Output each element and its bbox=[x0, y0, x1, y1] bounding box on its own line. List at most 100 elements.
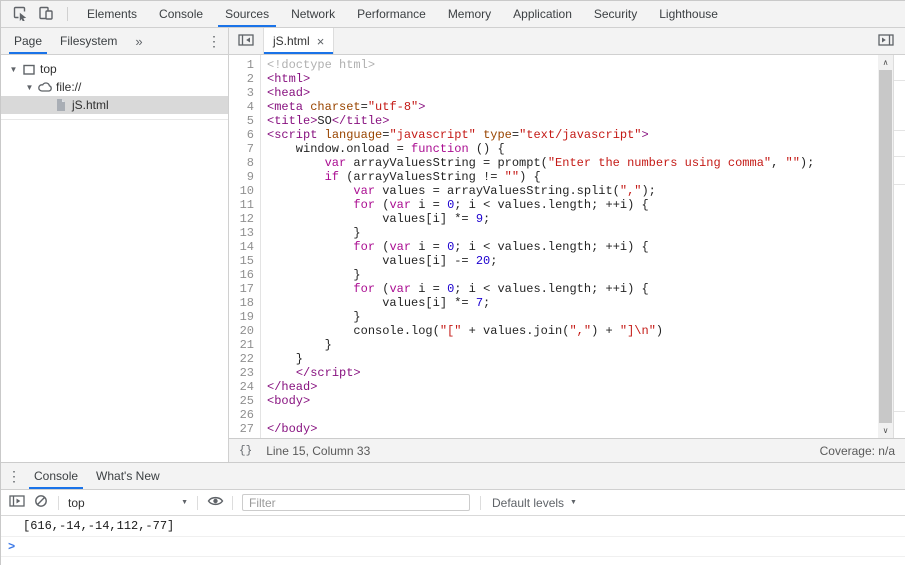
chevron-expanded-icon[interactable]: ▼ bbox=[7, 65, 20, 74]
code-line: <script language="javascript" type="text… bbox=[267, 128, 878, 142]
console-sidebar-toggle-button[interactable] bbox=[5, 494, 29, 511]
code-line: } bbox=[267, 268, 878, 282]
navigator-menu-icon[interactable]: ⋮ bbox=[202, 28, 226, 54]
line-number[interactable]: 12 bbox=[229, 212, 260, 226]
code-line: <title>SO</title> bbox=[267, 114, 878, 128]
line-number[interactable]: 19 bbox=[229, 310, 260, 324]
editor-status-bar: {} Line 15, Column 33 Coverage: n/a bbox=[229, 438, 905, 462]
sources-panel: PageFilesystem » ⋮ ▼top▼file:// jS.html j… bbox=[1, 28, 905, 462]
line-number[interactable]: 17 bbox=[229, 282, 260, 296]
file-tree: ▼top▼file:// jS.html bbox=[1, 55, 228, 462]
tab-performance[interactable]: Performance bbox=[346, 1, 437, 27]
log-levels-selector[interactable]: Default levels ▼ bbox=[492, 496, 577, 510]
line-number[interactable]: 25 bbox=[229, 394, 260, 408]
tab-lighthouse[interactable]: Lighthouse bbox=[648, 1, 729, 27]
line-number[interactable]: 27 bbox=[229, 422, 260, 436]
prompt-chevron-icon: > bbox=[8, 540, 15, 554]
devtools-window: ElementsConsoleSourcesNetworkPerformance… bbox=[0, 0, 905, 565]
console-filter-input[interactable] bbox=[242, 494, 470, 511]
line-number[interactable]: 22 bbox=[229, 352, 260, 366]
code-line: for (var i = 0; i < values.length; ++i) … bbox=[267, 198, 878, 212]
tree-item-js-html[interactable]: jS.html bbox=[1, 96, 228, 114]
debugger-pane-sliver bbox=[893, 55, 905, 438]
device-toolbar-button[interactable] bbox=[33, 1, 59, 27]
tab-security[interactable]: Security bbox=[583, 1, 648, 27]
code-line: for (var i = 0; i < values.length; ++i) … bbox=[267, 240, 878, 254]
code-line: } bbox=[267, 338, 878, 352]
line-number[interactable]: 6 bbox=[229, 128, 260, 142]
divider bbox=[67, 7, 68, 21]
inspect-element-button[interactable] bbox=[7, 1, 33, 27]
code-content[interactable]: <!doctype html><html><head><meta charset… bbox=[261, 55, 878, 438]
file-tab-jshtml[interactable]: jS.html × bbox=[263, 28, 334, 54]
navigator-tab-page[interactable]: Page bbox=[7, 28, 49, 54]
scroll-up-icon[interactable]: ∧ bbox=[878, 55, 893, 70]
drawer-menu-icon[interactable]: ⋮ bbox=[1, 463, 27, 489]
code-line: var arrayValuesString = prompt("Enter th… bbox=[267, 156, 878, 170]
line-number[interactable]: 21 bbox=[229, 338, 260, 352]
line-number[interactable]: 11 bbox=[229, 198, 260, 212]
file-icon bbox=[52, 99, 70, 111]
tree-item-file[interactable]: ▼file:// bbox=[1, 78, 228, 96]
line-number[interactable]: 1 bbox=[229, 58, 260, 72]
code-line bbox=[267, 408, 878, 422]
navigator-toggle-button[interactable] bbox=[233, 28, 259, 54]
close-icon[interactable]: × bbox=[317, 35, 325, 48]
line-number[interactable]: 7 bbox=[229, 142, 260, 156]
context-selector[interactable]: top ▼ bbox=[64, 496, 192, 510]
line-number[interactable]: 20 bbox=[229, 324, 260, 338]
tree-item-top[interactable]: ▼top bbox=[1, 60, 228, 78]
tabbar-spacer bbox=[334, 28, 873, 54]
line-number[interactable]: 2 bbox=[229, 72, 260, 86]
line-number[interactable]: 15 bbox=[229, 254, 260, 268]
line-number[interactable]: 16 bbox=[229, 268, 260, 282]
tab-memory[interactable]: Memory bbox=[437, 1, 502, 27]
line-number[interactable]: 10 bbox=[229, 184, 260, 198]
eye-icon bbox=[207, 495, 224, 510]
line-number[interactable]: 9 bbox=[229, 170, 260, 184]
tab-network[interactable]: Network bbox=[280, 1, 346, 27]
divider bbox=[480, 496, 481, 510]
file-tab-label: jS.html bbox=[273, 34, 310, 48]
tab-elements[interactable]: Elements bbox=[76, 1, 148, 27]
line-number[interactable]: 26 bbox=[229, 408, 260, 422]
line-number[interactable]: 18 bbox=[229, 296, 260, 310]
chevron-down-icon: ▼ bbox=[570, 499, 577, 506]
line-number[interactable]: 13 bbox=[229, 226, 260, 240]
debugger-toggle-icon bbox=[878, 33, 894, 50]
tab-application[interactable]: Application bbox=[502, 1, 583, 27]
drawer-tab-console[interactable]: Console bbox=[27, 463, 85, 489]
line-number[interactable]: 24 bbox=[229, 380, 260, 394]
coverage-status: Coverage: n/a bbox=[820, 444, 895, 458]
panel-tabs: ElementsConsoleSourcesNetworkPerformance… bbox=[76, 1, 729, 27]
scrollbar-thumb[interactable] bbox=[879, 70, 892, 423]
tab-console[interactable]: Console bbox=[148, 1, 214, 27]
live-expression-button[interactable] bbox=[203, 495, 227, 510]
pretty-print-icon[interactable]: {} bbox=[239, 445, 252, 457]
scroll-down-icon[interactable]: ∨ bbox=[878, 423, 893, 438]
code-line: window.onload = function () { bbox=[267, 142, 878, 156]
debugger-toggle-button[interactable] bbox=[873, 28, 899, 54]
cursor-position: Line 15, Column 33 bbox=[266, 444, 370, 458]
tab-sources[interactable]: Sources bbox=[214, 1, 280, 27]
clear-console-button[interactable] bbox=[29, 494, 53, 511]
editor-scrollbar[interactable]: ∧ ∨ bbox=[878, 55, 893, 438]
chevron-expanded-icon[interactable]: ▼ bbox=[23, 83, 36, 92]
frame-icon bbox=[20, 64, 38, 75]
tree-item-label: jS.html bbox=[72, 98, 109, 112]
line-number[interactable]: 3 bbox=[229, 86, 260, 100]
clear-console-icon bbox=[34, 494, 48, 511]
console-message: [616,-14,-14,112,-77] bbox=[1, 516, 905, 537]
overflow-chevrons-icon[interactable]: » bbox=[128, 28, 149, 54]
navigator-tab-filesystem[interactable]: Filesystem bbox=[53, 28, 124, 54]
code-line: for (var i = 0; i < values.length; ++i) … bbox=[267, 282, 878, 296]
line-number[interactable]: 5 bbox=[229, 114, 260, 128]
line-number[interactable]: 8 bbox=[229, 156, 260, 170]
line-number[interactable]: 4 bbox=[229, 100, 260, 114]
navigator-tabbar: PageFilesystem » ⋮ bbox=[1, 28, 228, 55]
console-prompt[interactable]: > bbox=[1, 537, 905, 557]
line-number[interactable]: 14 bbox=[229, 240, 260, 254]
drawer-tab-what-s-new[interactable]: What's New bbox=[89, 463, 167, 489]
device-toolbar-icon bbox=[38, 5, 54, 24]
line-number[interactable]: 23 bbox=[229, 366, 260, 380]
